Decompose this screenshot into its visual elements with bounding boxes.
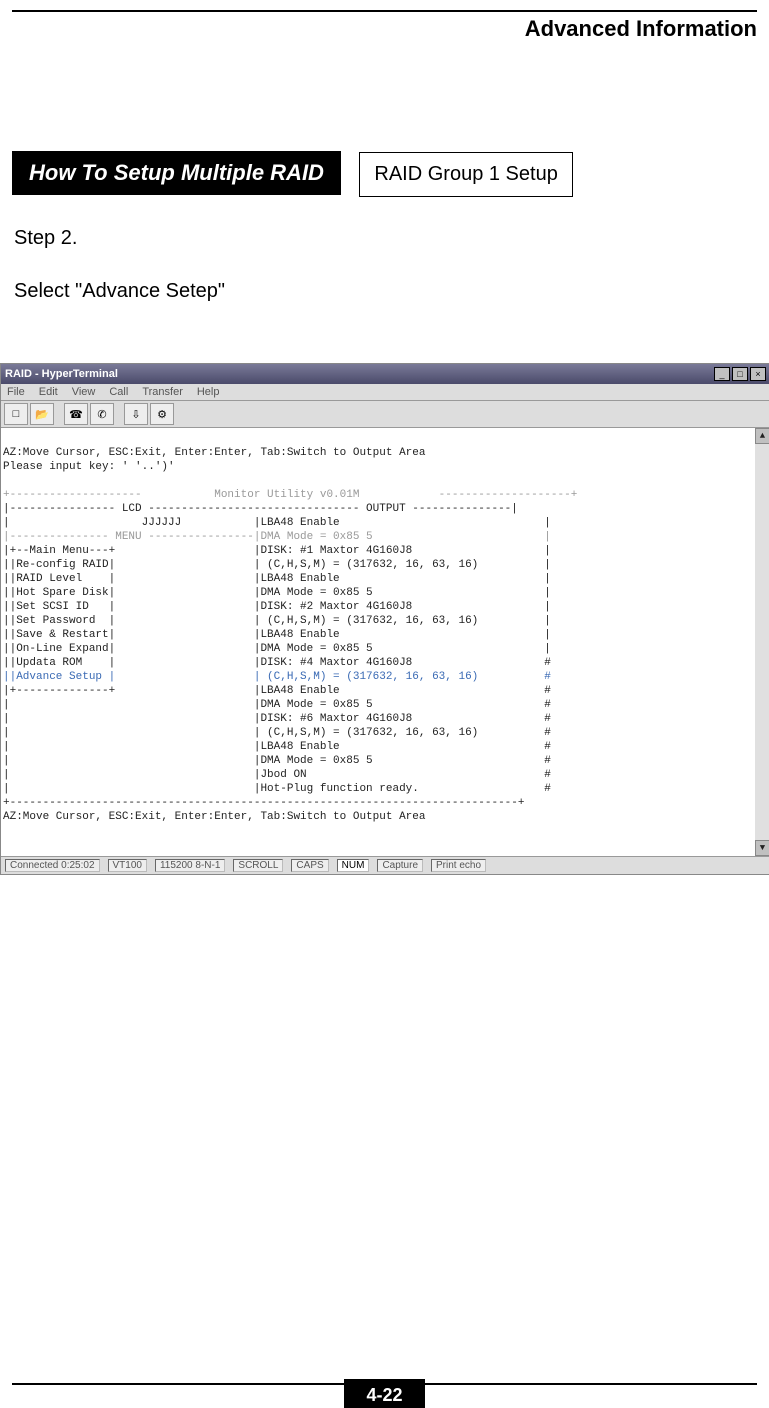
terminal-border-bottom: +---------------------------------------… (3, 797, 525, 809)
menu-call[interactable]: Call (109, 386, 128, 398)
connect-icon[interactable]: ☎ (64, 403, 88, 425)
terminal-output-line: | |LBA48 Enable # (3, 741, 551, 753)
menu-file[interactable]: File (7, 386, 25, 398)
maximize-icon[interactable]: □ (732, 367, 748, 381)
terminal-menu-line: ||Set SCSI ID | |DISK: #2 Maxtor 4G160J8… (3, 601, 551, 613)
step-label: Step 2. (14, 227, 769, 250)
terminal-scrollbar[interactable]: ▲ ▼ (755, 428, 769, 856)
terminal-menu-line: ||Set Password | | (C,H,S,M) = (317632, … (3, 615, 551, 627)
open-icon[interactable]: 📂 (30, 403, 54, 425)
terminal-output-line: | |DMA Mode = 0x85 5 # (3, 699, 551, 711)
terminal-output-line: | |Hot-Plug function ready. # (3, 783, 551, 795)
step-instruction: Select "Advance Setep" (14, 280, 769, 303)
window-titlebar: RAID - HyperTerminal _ □ × (1, 364, 769, 384)
page-header-title: Advanced Information (0, 12, 769, 42)
terminal-output-line: | | (C,H,S,M) = (317632, 16, 63, 16) # (3, 727, 551, 739)
terminal-output-line: | |DMA Mode = 0x85 5 # (3, 755, 551, 767)
terminal-menu-advance-setup: ||Advance Setup | | (C,H,S,M) = (317632,… (3, 671, 551, 683)
terminal-output-line: | |DISK: #6 Maxtor 4G160J8 # (3, 713, 551, 725)
terminal-menu-line: ||Updata ROM | |DISK: #4 Maxtor 4G160J8 … (3, 657, 551, 669)
terminal-col-header: |---------------- LCD ------------------… (3, 503, 518, 515)
terminal-menu-footer: |+--------------+ |LBA48 Enable # (3, 685, 551, 697)
page-number: 4-22 (344, 1379, 424, 1408)
minimize-icon[interactable]: _ (714, 367, 730, 381)
terminal-lcd-content: | JJJJJJ |LBA48 Enable | (3, 517, 551, 529)
status-caps: CAPS (291, 859, 328, 872)
status-num: NUM (337, 859, 370, 872)
scroll-down-icon[interactable]: ▼ (755, 840, 769, 856)
close-icon[interactable]: × (750, 367, 766, 381)
window-toolbar: □ 📂 ☎ ✆ ⇩ ⚙ (1, 401, 769, 428)
menu-help[interactable]: Help (197, 386, 220, 398)
new-icon[interactable]: □ (4, 403, 28, 425)
scroll-up-icon[interactable]: ▲ (755, 428, 769, 444)
status-printecho: Print echo (431, 859, 486, 872)
terminal-menu-line: ||Hot Spare Disk| |DMA Mode = 0x85 5 | (3, 587, 551, 599)
status-capture: Capture (377, 859, 423, 872)
section-heading: How To Setup Multiple RAID (12, 151, 341, 195)
send-icon[interactable]: ⇩ (124, 403, 148, 425)
terminal-menu-line: ||On-Line Expand| |DMA Mode = 0x85 5 | (3, 643, 551, 655)
terminal-menu-line: |+--Main Menu---+ |DISK: #1 Maxtor 4G160… (3, 545, 551, 557)
status-connected: Connected 0:25:02 (5, 859, 100, 872)
terminal-help-top: AZ:Move Cursor, ESC:Exit, Enter:Enter, T… (3, 447, 425, 459)
props-icon[interactable]: ⚙ (150, 403, 174, 425)
terminal-menu-line: ||Save & Restart| |LBA48 Enable | (3, 629, 551, 641)
window-title: RAID - HyperTerminal (5, 368, 118, 380)
terminal-monitor-header: +-------------------- Monitor Utility v0… (3, 489, 577, 501)
terminal-prompt: Please input key: ' '..')' (3, 461, 175, 473)
status-settings: 115200 8-N-1 (155, 859, 225, 872)
terminal-output-line: | |Jbod ON # (3, 769, 551, 781)
terminal-menu-line: ||RAID Level | |LBA48 Enable | (3, 573, 551, 585)
hyperterminal-window: RAID - HyperTerminal _ □ × File Edit Vie… (0, 363, 769, 875)
menu-edit[interactable]: Edit (39, 386, 58, 398)
window-menubar: File Edit View Call Transfer Help (1, 384, 769, 401)
terminal-menu-line: ||Re-config RAID| | (C,H,S,M) = (317632,… (3, 559, 551, 571)
terminal-help-bottom: AZ:Move Cursor, ESC:Exit, Enter:Enter, T… (3, 811, 425, 823)
page-footer: 4-22 (0, 1379, 769, 1408)
menu-transfer[interactable]: Transfer (142, 386, 183, 398)
terminal-output: AZ:Move Cursor, ESC:Exit, Enter:Enter, T… (1, 428, 769, 856)
terminal-menu-header: |--------------- MENU ----------------|D… (3, 531, 551, 543)
status-emulation: VT100 (108, 859, 147, 872)
status-scroll: SCROLL (233, 859, 283, 872)
hangup-icon[interactable]: ✆ (90, 403, 114, 425)
window-statusbar: Connected 0:25:02 VT100 115200 8-N-1 SCR… (1, 856, 769, 874)
raid-group-box: RAID Group 1 Setup (359, 152, 572, 197)
menu-view[interactable]: View (72, 386, 96, 398)
